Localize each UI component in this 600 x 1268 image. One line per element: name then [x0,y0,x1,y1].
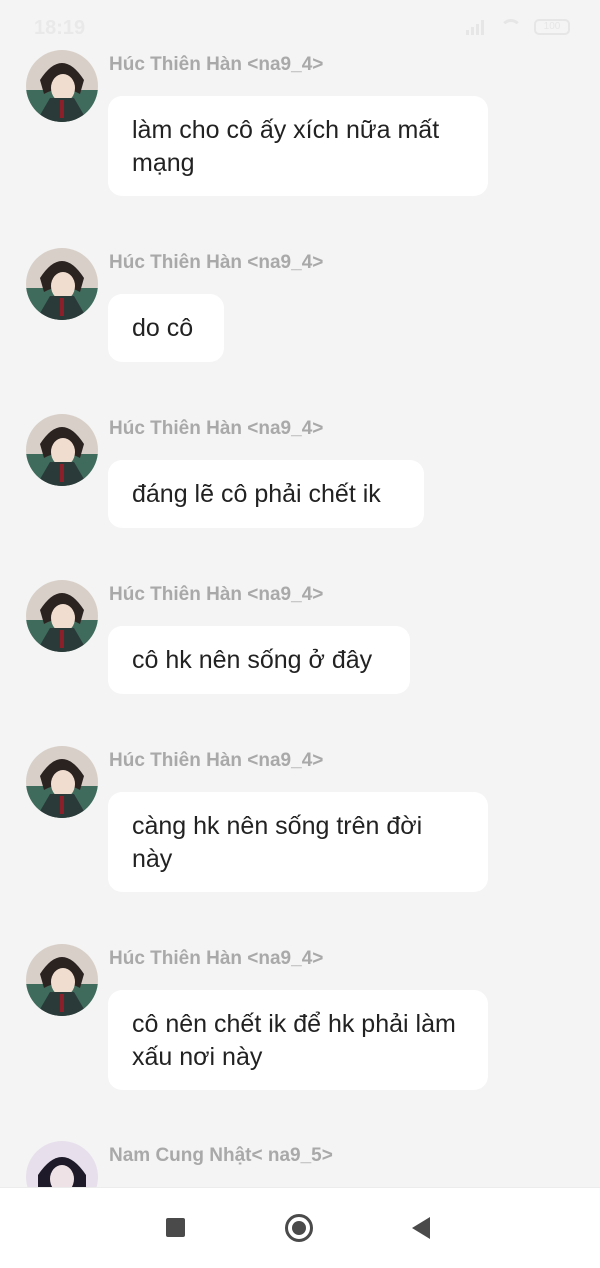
battery-icon: 100 [534,19,570,35]
sender-name: Nam Cung Nhật< na9_5> [109,1145,333,1166]
home-circle-icon[interactable] [285,1214,313,1242]
sender-name: Húc Thiên Hàn <na9_4> [109,584,324,605]
signal-icon [466,19,488,35]
avatar-boy-icon[interactable] [26,580,98,652]
avatar-boy-icon[interactable] [26,50,98,122]
status-icons: 100 [466,19,570,35]
message-bubble[interactable]: làm cho cô ấy xích nữa mất mạng [108,96,488,196]
avatar-boy-icon[interactable] [26,944,98,1016]
sender-name: Húc Thiên Hàn <na9_4> [109,418,324,439]
avatar-boy-icon[interactable] [26,746,98,818]
avatar-boy-icon[interactable] [26,414,98,486]
avatar-boy-icon[interactable] [26,248,98,320]
message-bubble[interactable]: cô nên chết ik để hk phải làm xấu nơi nà… [108,990,488,1090]
sender-name: Húc Thiên Hàn <na9_4> [109,750,324,771]
status-time: 18:19 [34,17,86,39]
sender-name: Húc Thiên Hàn <na9_4> [109,252,324,273]
message-bubble[interactable]: do cô [108,294,224,362]
message-bubble[interactable]: càng hk nên sống trên đời này [108,792,488,892]
navigation-bar [0,1187,600,1268]
sender-name: Húc Thiên Hàn <na9_4> [109,54,324,75]
back-triangle-icon[interactable] [412,1217,430,1239]
message-bubble[interactable]: cô hk nên sống ở đây [108,626,410,694]
sender-name: Húc Thiên Hàn <na9_4> [109,948,324,969]
message-bubble[interactable]: đáng lẽ cô phải chết ik [108,460,424,528]
recents-square-icon[interactable] [166,1218,185,1237]
status-bar: 18:19 100 [0,0,600,56]
wifi-icon [500,19,522,35]
